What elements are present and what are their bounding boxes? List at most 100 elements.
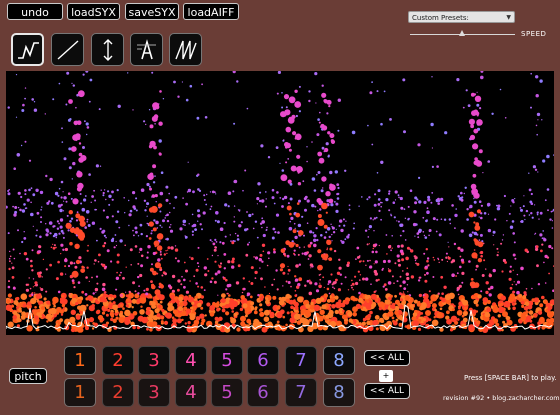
pitch-bottom-button-4[interactable]: 4 [175, 378, 207, 407]
spectrum-point [163, 253, 166, 256]
spectrum-point [536, 112, 541, 117]
speed-slider-thumb[interactable] [459, 30, 465, 36]
spectrum-canvas[interactable] [6, 71, 554, 335]
spectrum-point [329, 170, 333, 175]
spectrum-point [500, 295, 506, 301]
spectrum-point [330, 223, 332, 225]
spectrum-point [427, 198, 431, 202]
spectrum-point [328, 105, 331, 108]
pitch-top-button-5[interactable]: 5 [211, 346, 243, 375]
spectrum-point [184, 224, 186, 226]
spectrum-point [403, 287, 407, 290]
pitch-top-button-2[interactable]: 2 [102, 346, 134, 375]
spectrum-point [181, 318, 184, 322]
spectrum-point [496, 247, 499, 250]
presets-select[interactable]: Custom Presets: ▼ [408, 11, 515, 23]
pitch-bottom-button-7[interactable]: 7 [285, 378, 317, 407]
all-bottom-button[interactable]: << ALL [364, 383, 410, 399]
spectrum-point [261, 220, 265, 224]
spectrum-point [454, 213, 458, 218]
spectrum-point [447, 256, 451, 260]
spectrum-point [204, 273, 208, 277]
spectrum-point [31, 292, 34, 294]
spectrum-point [536, 213, 539, 216]
spectrum-point [426, 210, 430, 214]
spectrum-point [53, 244, 56, 247]
spectrum-point [541, 237, 544, 240]
spectrum-point [52, 246, 56, 250]
pitch-bottom-button-2[interactable]: 2 [102, 378, 134, 407]
pitch-bottom-button-3[interactable]: 3 [138, 378, 170, 407]
pitch-top-button-6[interactable]: 6 [247, 346, 279, 375]
pitch-top-button-1[interactable]: 1 [64, 346, 96, 375]
spectrum-point [412, 312, 418, 317]
load-syx-button[interactable]: loadSYX [67, 3, 120, 20]
tool-zigzag[interactable] [169, 33, 202, 66]
spectrum-point [75, 227, 80, 232]
spectrum-point [285, 126, 292, 133]
spectrum-point [88, 100, 91, 103]
spectrum-point [317, 209, 319, 212]
spectrum-point [132, 311, 138, 316]
spectrum-point [423, 200, 427, 204]
spectrum-point [58, 232, 61, 235]
spectrum-point [319, 309, 325, 315]
spectrum-point [29, 287, 32, 290]
spectrum-point [516, 280, 521, 284]
spectrum-point [477, 258, 483, 263]
spectrum-point [209, 191, 212, 193]
spectrum-point [528, 188, 532, 192]
spectrum-point [254, 277, 257, 279]
plus-button[interactable]: + [379, 370, 393, 382]
spectrum-point [38, 245, 42, 249]
pitch-bottom-button-1[interactable]: 1 [64, 378, 96, 407]
pitch-button[interactable]: pitch [9, 368, 47, 384]
spectrum-point [272, 227, 276, 231]
spectrum-point [281, 92, 283, 94]
spectrum-point [369, 217, 372, 220]
spectrum-point [61, 141, 64, 143]
all-top-button[interactable]: << ALL [364, 350, 410, 366]
spectrum-point [375, 298, 379, 302]
spectrum-point [366, 243, 369, 246]
spectrum-point [536, 133, 538, 136]
spectrum-point [105, 198, 107, 201]
spectrum-point [369, 259, 371, 262]
tool-line[interactable] [51, 33, 84, 66]
spectrum-point [185, 202, 189, 206]
spectrum-point [112, 304, 118, 311]
spectrum-point [382, 267, 384, 270]
pitch-bottom-button-8[interactable]: 8 [323, 378, 355, 407]
spectrum-point [271, 236, 275, 240]
spectrum-point [417, 279, 421, 282]
pitch-top-button-7[interactable]: 7 [285, 346, 317, 375]
pitch-bottom-button-5[interactable]: 5 [211, 378, 243, 407]
zigzag-icon [175, 40, 197, 60]
tool-wave[interactable] [11, 33, 44, 66]
spectrum-point [65, 200, 68, 203]
spectrum-point [145, 292, 149, 296]
pitch-top-button-4[interactable]: 4 [175, 346, 207, 375]
spectrum-point [8, 280, 10, 283]
spectrum-point [436, 311, 444, 319]
spectrum-point [351, 279, 353, 282]
spectrum-point [550, 210, 553, 213]
spectrum-point [297, 182, 302, 186]
spectrum-point [94, 259, 97, 262]
spectrum-point [59, 208, 63, 213]
spectrum-point [36, 229, 38, 232]
pitch-bottom-button-6[interactable]: 6 [247, 378, 279, 407]
spectrum-point [380, 205, 383, 208]
pitch-top-button-3[interactable]: 3 [138, 346, 170, 375]
spectrum-point [115, 288, 118, 291]
spectrum-point [358, 291, 361, 295]
undo-button[interactable]: undo [7, 3, 63, 20]
pitch-top-button-8[interactable]: 8 [323, 346, 355, 375]
tool-scale[interactable] [130, 33, 163, 66]
save-syx-button[interactable]: saveSYX [125, 3, 179, 20]
load-aiff-button[interactable]: loadAIFF [183, 3, 239, 20]
spectrum-point [277, 231, 280, 234]
tool-vertical[interactable] [91, 33, 124, 66]
spectrum-point [223, 267, 226, 270]
spectrum-point [372, 219, 374, 221]
